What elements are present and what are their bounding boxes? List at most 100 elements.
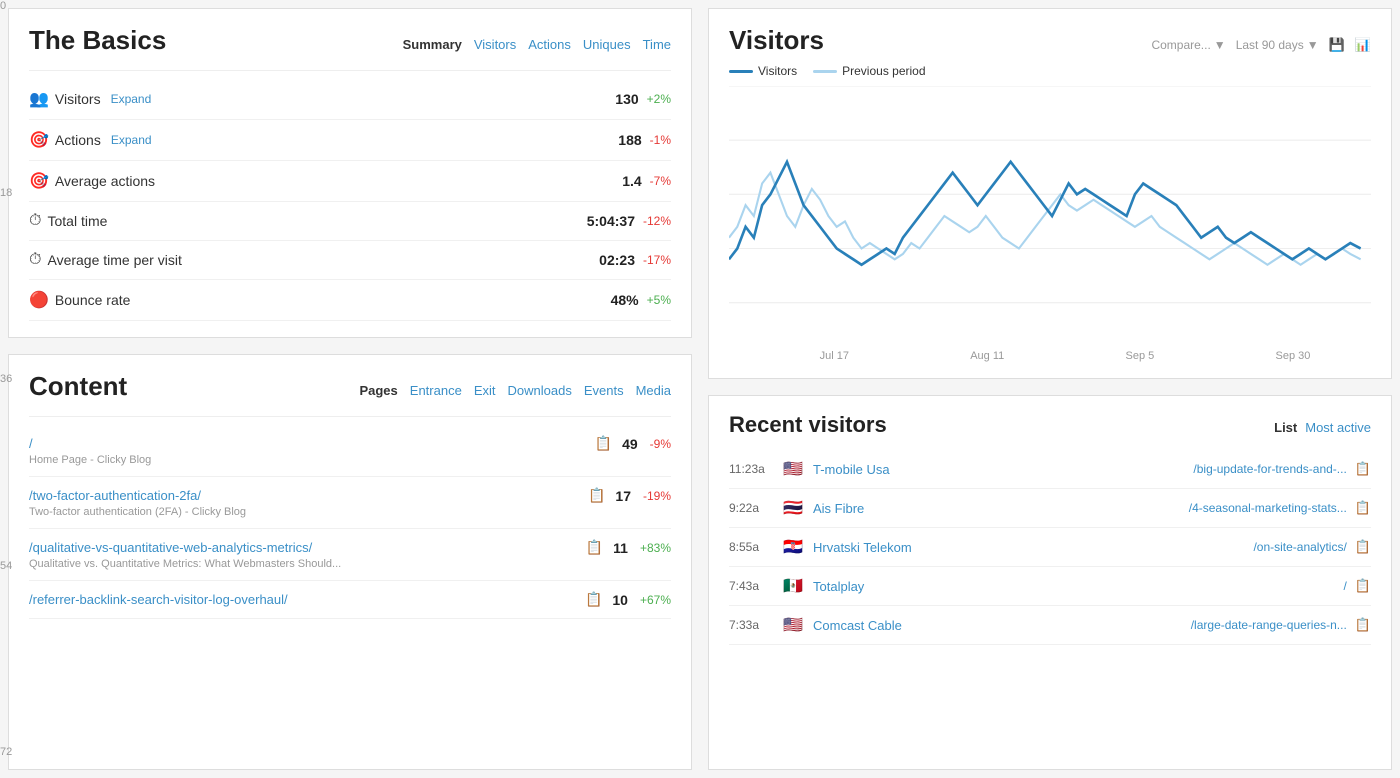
content-item-qual: /qualitative-vs-quantitative-web-analyti… <box>29 529 671 581</box>
chart-legend: Visitors Previous period <box>729 64 1371 78</box>
recent-header: Recent visitors List Most active <box>729 412 1371 438</box>
2fa-value: 17 <box>615 488 631 504</box>
referrer-value: 10 <box>612 592 628 608</box>
visitors-expand[interactable]: Expand <box>111 92 152 106</box>
visitor-row-0: 11:23a 🇺🇸 T-mobile Usa /big-update-for-t… <box>729 450 1371 489</box>
bounce-icon: 🔴 <box>29 290 49 310</box>
home-value: 49 <box>622 436 638 452</box>
stat-row-avg-actions: 🎯 Average actions 1.4 -7% <box>29 161 671 202</box>
visitors-chart <box>729 86 1371 346</box>
content-panel: Content Pages Entrance Exit Downloads Ev… <box>8 354 692 770</box>
recent-visitors-panel: Recent visitors List Most active 11:23a … <box>708 395 1392 770</box>
content-nav-pages[interactable]: Pages <box>359 383 397 398</box>
visitor-url-4[interactable]: /large-date-range-queries-n... <box>1084 618 1347 632</box>
total-time-value: 5:04:37 <box>587 213 635 229</box>
actions-expand[interactable]: Expand <box>111 133 152 147</box>
avg-time-label: Average time per visit <box>47 252 181 268</box>
content-nav-events[interactable]: Events <box>584 383 624 398</box>
avg-actions-icon: 🎯 <box>29 171 49 191</box>
chart-x-labels: Jul 17 Aug 11 Sep 5 Sep 30 <box>729 350 1371 362</box>
visitor-name-3[interactable]: Totalplay <box>813 579 1076 594</box>
tab-most-active[interactable]: Most active <box>1305 420 1371 435</box>
visitor-time-4: 7:33a <box>729 618 775 632</box>
compare-chevron-icon: ▼ <box>1214 38 1226 52</box>
visitor-time-2: 8:55a <box>729 540 775 554</box>
avg-time-icon: ⏱ <box>29 251 41 269</box>
legend-visitors-line <box>729 70 753 73</box>
content-nav-exit[interactable]: Exit <box>474 383 496 398</box>
content-nav-entrance[interactable]: Entrance <box>410 383 462 398</box>
visitor-url-0[interactable]: /big-update-for-trends-and-... <box>1084 462 1347 476</box>
visitor-ext-icon-2[interactable]: 📋 <box>1355 539 1371 555</box>
avg-actions-change: -7% <box>650 174 671 188</box>
visitor-flag-0: 🇺🇸 <box>783 459 805 479</box>
2fa-change: -19% <box>643 489 671 503</box>
visitor-row-3: 7:43a 🇲🇽 Totalplay / 📋 <box>729 567 1371 606</box>
qual-change: +83% <box>640 541 671 555</box>
visitor-url-3[interactable]: / <box>1084 579 1347 593</box>
visitor-name-4[interactable]: Comcast Cable <box>813 618 1076 633</box>
visitor-flag-4: 🇺🇸 <box>783 615 805 635</box>
page-icon-home: 📋 <box>595 435 612 452</box>
period-btn[interactable]: Last 90 days ▼ <box>1236 38 1319 52</box>
actions-value: 188 <box>618 132 641 148</box>
avg-actions-label: Average actions <box>55 173 155 189</box>
stat-row-avg-time: ⏱ Average time per visit 02:23 -17% <box>29 241 671 280</box>
avg-time-value: 02:23 <box>599 252 635 268</box>
page-icon-referrer: 📋 <box>585 591 602 608</box>
content-nav-downloads[interactable]: Downloads <box>508 383 572 398</box>
basics-title: The Basics <box>29 25 166 56</box>
visitors-change: +2% <box>647 92 671 106</box>
avg-actions-value: 1.4 <box>622 173 641 189</box>
chart-type-icon[interactable]: 📊 <box>1355 37 1371 53</box>
compare-btn[interactable]: Compare... ▼ <box>1151 38 1225 52</box>
visitors-value: 130 <box>615 91 638 107</box>
visitor-flag-2: 🇭🇷 <box>783 537 805 557</box>
content-link-2fa[interactable]: /two-factor-authentication-2fa/ <box>29 488 201 503</box>
total-time-icon: ⏱ <box>29 212 41 230</box>
basics-nav-actions[interactable]: Actions <box>528 37 571 52</box>
page-icon-2fa: 📋 <box>588 487 605 504</box>
2fa-subtitle: Two-factor authentication (2FA) - Clicky… <box>29 506 671 518</box>
content-link-qual[interactable]: /qualitative-vs-quantitative-web-analyti… <box>29 540 312 555</box>
visitor-ext-icon-3[interactable]: 📋 <box>1355 578 1371 594</box>
legend-visitors: Visitors <box>729 64 797 78</box>
stat-row-visitors: 👥 Visitors Expand 130 +2% <box>29 79 671 120</box>
visitor-ext-icon-0[interactable]: 📋 <box>1355 461 1371 477</box>
actions-label: Actions <box>55 132 101 148</box>
visitor-name-2[interactable]: Hrvatski Telekom <box>813 540 1076 555</box>
content-nav-media[interactable]: Media <box>636 383 671 398</box>
recent-title: Recent visitors <box>729 412 887 438</box>
total-time-label: Total time <box>47 213 107 229</box>
visitor-url-1[interactable]: /4-seasonal-marketing-stats... <box>1084 501 1347 515</box>
visitor-url-2[interactable]: /on-site-analytics/ <box>1084 540 1347 554</box>
bounce-label: Bounce rate <box>55 292 131 308</box>
page-icon-qual: 📋 <box>586 539 603 556</box>
content-link-referrer[interactable]: /referrer-backlink-search-visitor-log-ov… <box>29 592 288 607</box>
actions-icon: 🎯 <box>29 130 49 150</box>
visitor-name-1[interactable]: Ais Fibre <box>813 501 1076 516</box>
home-change: -9% <box>650 437 671 451</box>
total-time-change: -12% <box>643 214 671 228</box>
visitor-ext-icon-1[interactable]: 📋 <box>1355 500 1371 516</box>
tab-list[interactable]: List <box>1274 420 1297 435</box>
actions-change: -1% <box>650 133 671 147</box>
visitors-icon: 👥 <box>29 89 49 109</box>
download-icon[interactable]: 💾 <box>1329 37 1345 53</box>
recent-tabs: List Most active <box>1274 420 1371 435</box>
basics-nav-uniques[interactable]: Uniques <box>583 37 631 52</box>
period-chevron-icon: ▼ <box>1307 38 1319 52</box>
basics-nav-visitors[interactable]: Visitors <box>474 37 516 52</box>
content-title: Content <box>29 371 127 402</box>
basics-nav-time[interactable]: Time <box>643 37 671 52</box>
stat-row-bounce: 🔴 Bounce rate 48% +5% <box>29 280 671 321</box>
basics-nav-summary[interactable]: Summary <box>403 37 462 52</box>
basics-nav: Summary Visitors Actions Uniques Time <box>403 37 671 52</box>
legend-previous-line <box>813 70 837 73</box>
visitors-chart-title: Visitors <box>729 25 824 56</box>
visitor-time-1: 9:22a <box>729 501 775 515</box>
content-link-home[interactable]: / <box>29 436 33 451</box>
visitor-name-0[interactable]: T-mobile Usa <box>813 462 1076 477</box>
legend-previous: Previous period <box>813 64 925 78</box>
visitor-ext-icon-4[interactable]: 📋 <box>1355 617 1371 633</box>
